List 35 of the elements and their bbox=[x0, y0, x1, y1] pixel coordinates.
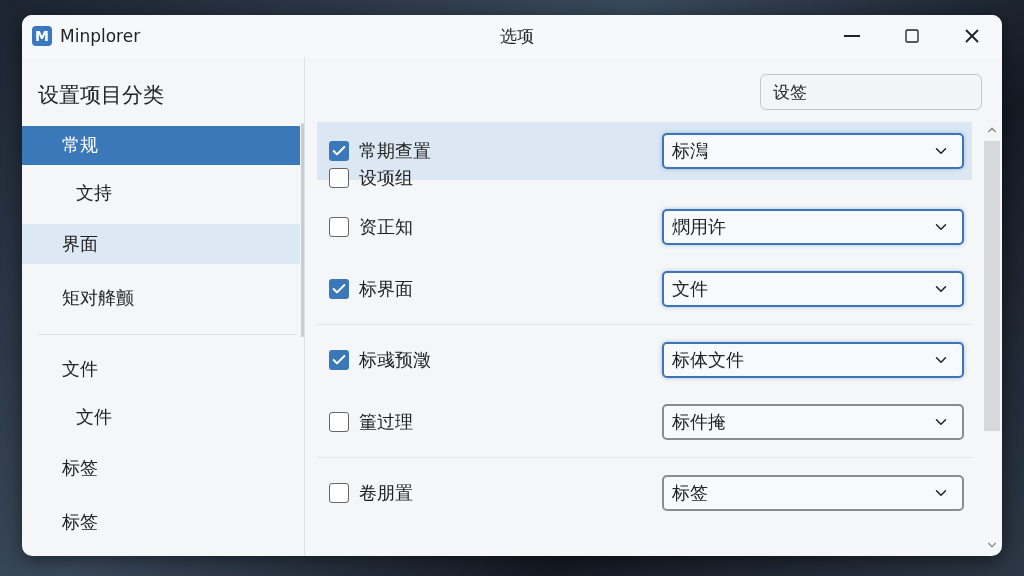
scrollbar[interactable] bbox=[301, 123, 304, 337]
search-field[interactable]: 设签 bbox=[760, 74, 982, 110]
checkbox[interactable] bbox=[329, 141, 349, 161]
sidebar-item[interactable]: 矩对舽颤 bbox=[22, 278, 300, 319]
app-logo-icon: M bbox=[32, 26, 52, 46]
checkbox[interactable] bbox=[329, 217, 349, 237]
dropdown[interactable]: 标体文件 bbox=[662, 342, 964, 378]
sidebar-item[interactable]: 文件 bbox=[22, 349, 300, 390]
checkbox[interactable] bbox=[329, 279, 349, 299]
sidebar-item[interactable]: 标签 bbox=[22, 448, 300, 489]
window-title: 选项 bbox=[500, 24, 534, 48]
dropdown[interactable]: 标签 bbox=[662, 475, 964, 511]
dropdown[interactable]: 文件 bbox=[662, 271, 964, 307]
sidebar-item[interactable]: 文件 bbox=[22, 397, 300, 437]
setting-label: 常期查置 bbox=[359, 139, 431, 163]
dropdown[interactable]: 熌用许 bbox=[662, 209, 964, 245]
setting-label: 卷朋置 bbox=[359, 481, 413, 505]
maximize-icon bbox=[904, 28, 920, 44]
checkbox[interactable] bbox=[329, 168, 349, 188]
sidebar-item[interactable]: 常规 bbox=[22, 125, 300, 166]
setting-label: 箽过理 bbox=[359, 410, 413, 434]
dropdown[interactable]: 标件掩 bbox=[662, 404, 964, 440]
setting-label: 资正知 bbox=[359, 215, 413, 239]
checkbox[interactable] bbox=[329, 412, 349, 432]
minimize-icon bbox=[844, 35, 860, 37]
sidebar-item[interactable]: 标签 bbox=[22, 502, 300, 542]
app-name: Minplorer bbox=[60, 26, 141, 46]
sidebar-item[interactable]: 界面 bbox=[22, 224, 300, 265]
checkbox[interactable] bbox=[329, 350, 349, 370]
dropdown[interactable]: 标澙 bbox=[662, 133, 964, 169]
sidebar-item[interactable]: 文持 bbox=[22, 173, 300, 213]
setting-label: 标界面 bbox=[359, 277, 413, 301]
checkbox[interactable] bbox=[329, 483, 349, 503]
setting-label: 标彧预澂 bbox=[359, 348, 431, 372]
sidebar-heading: 设置项目分类 bbox=[37, 82, 165, 110]
